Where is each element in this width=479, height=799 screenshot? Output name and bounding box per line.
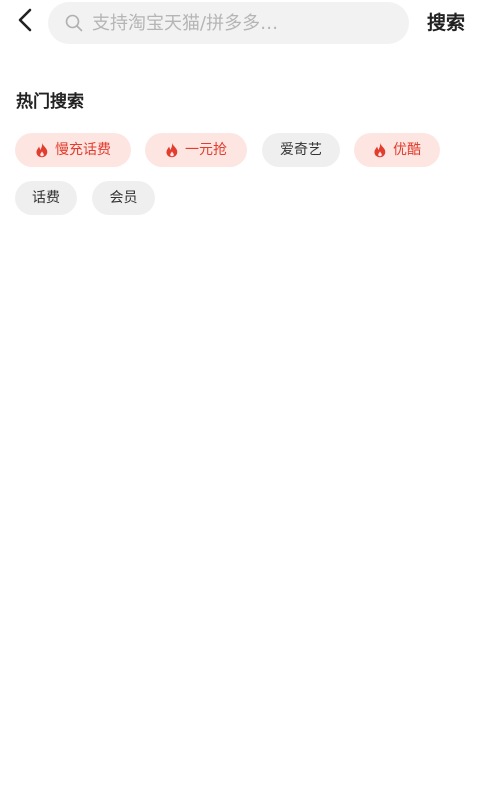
hot-tag-label: 会员 xyxy=(109,190,138,206)
hot-tag-5[interactable]: 会员 xyxy=(92,181,155,215)
chevron-left-icon xyxy=(18,8,32,36)
fire-icon xyxy=(35,142,49,158)
hot-tag-2[interactable]: 爱奇艺 xyxy=(262,133,340,167)
hot-tag-label: 爱奇艺 xyxy=(280,142,322,158)
hot-search-title: 热门搜索 xyxy=(16,92,84,112)
fire-icon xyxy=(373,142,387,158)
search-input[interactable] xyxy=(92,8,382,38)
hot-tag-0[interactable]: 慢充话费 xyxy=(15,133,131,167)
fire-icon xyxy=(165,142,179,158)
hot-tag-4[interactable]: 话费 xyxy=(15,181,77,215)
hot-tag-label: 话费 xyxy=(32,190,60,206)
top-bar: 搜索 xyxy=(0,0,479,46)
back-button[interactable] xyxy=(12,8,38,36)
search-button[interactable]: 搜索 xyxy=(420,10,472,36)
hot-tag-label: 一元抢 xyxy=(185,142,227,158)
hot-tag-1[interactable]: 一元抢 xyxy=(145,133,247,167)
hot-tag-3[interactable]: 优酷 xyxy=(354,133,440,167)
search-icon xyxy=(64,13,84,33)
search-box[interactable] xyxy=(48,2,409,44)
hot-tag-label: 慢充话费 xyxy=(55,142,111,158)
search-page: 搜索 热门搜索 慢充话费 一元抢 爱奇艺 xyxy=(0,0,479,799)
hot-tag-label: 优酷 xyxy=(393,142,421,158)
